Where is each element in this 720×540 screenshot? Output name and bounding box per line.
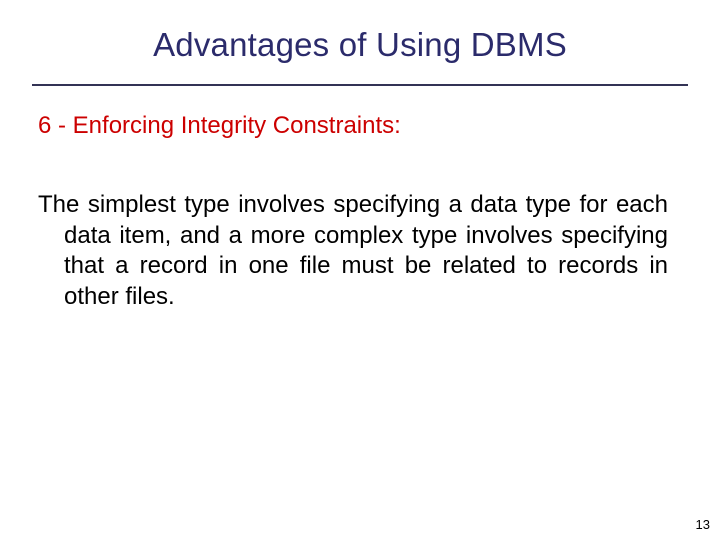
slide: Advantages of Using DBMS 6 - Enforcing I… bbox=[0, 0, 720, 540]
page-number: 13 bbox=[696, 517, 710, 532]
slide-title: Advantages of Using DBMS bbox=[0, 26, 720, 64]
section-heading: 6 - Enforcing Integrity Constraints: bbox=[38, 112, 401, 140]
body-text: The simplest type involves specifying a … bbox=[38, 190, 668, 313]
title-underline bbox=[32, 84, 688, 86]
